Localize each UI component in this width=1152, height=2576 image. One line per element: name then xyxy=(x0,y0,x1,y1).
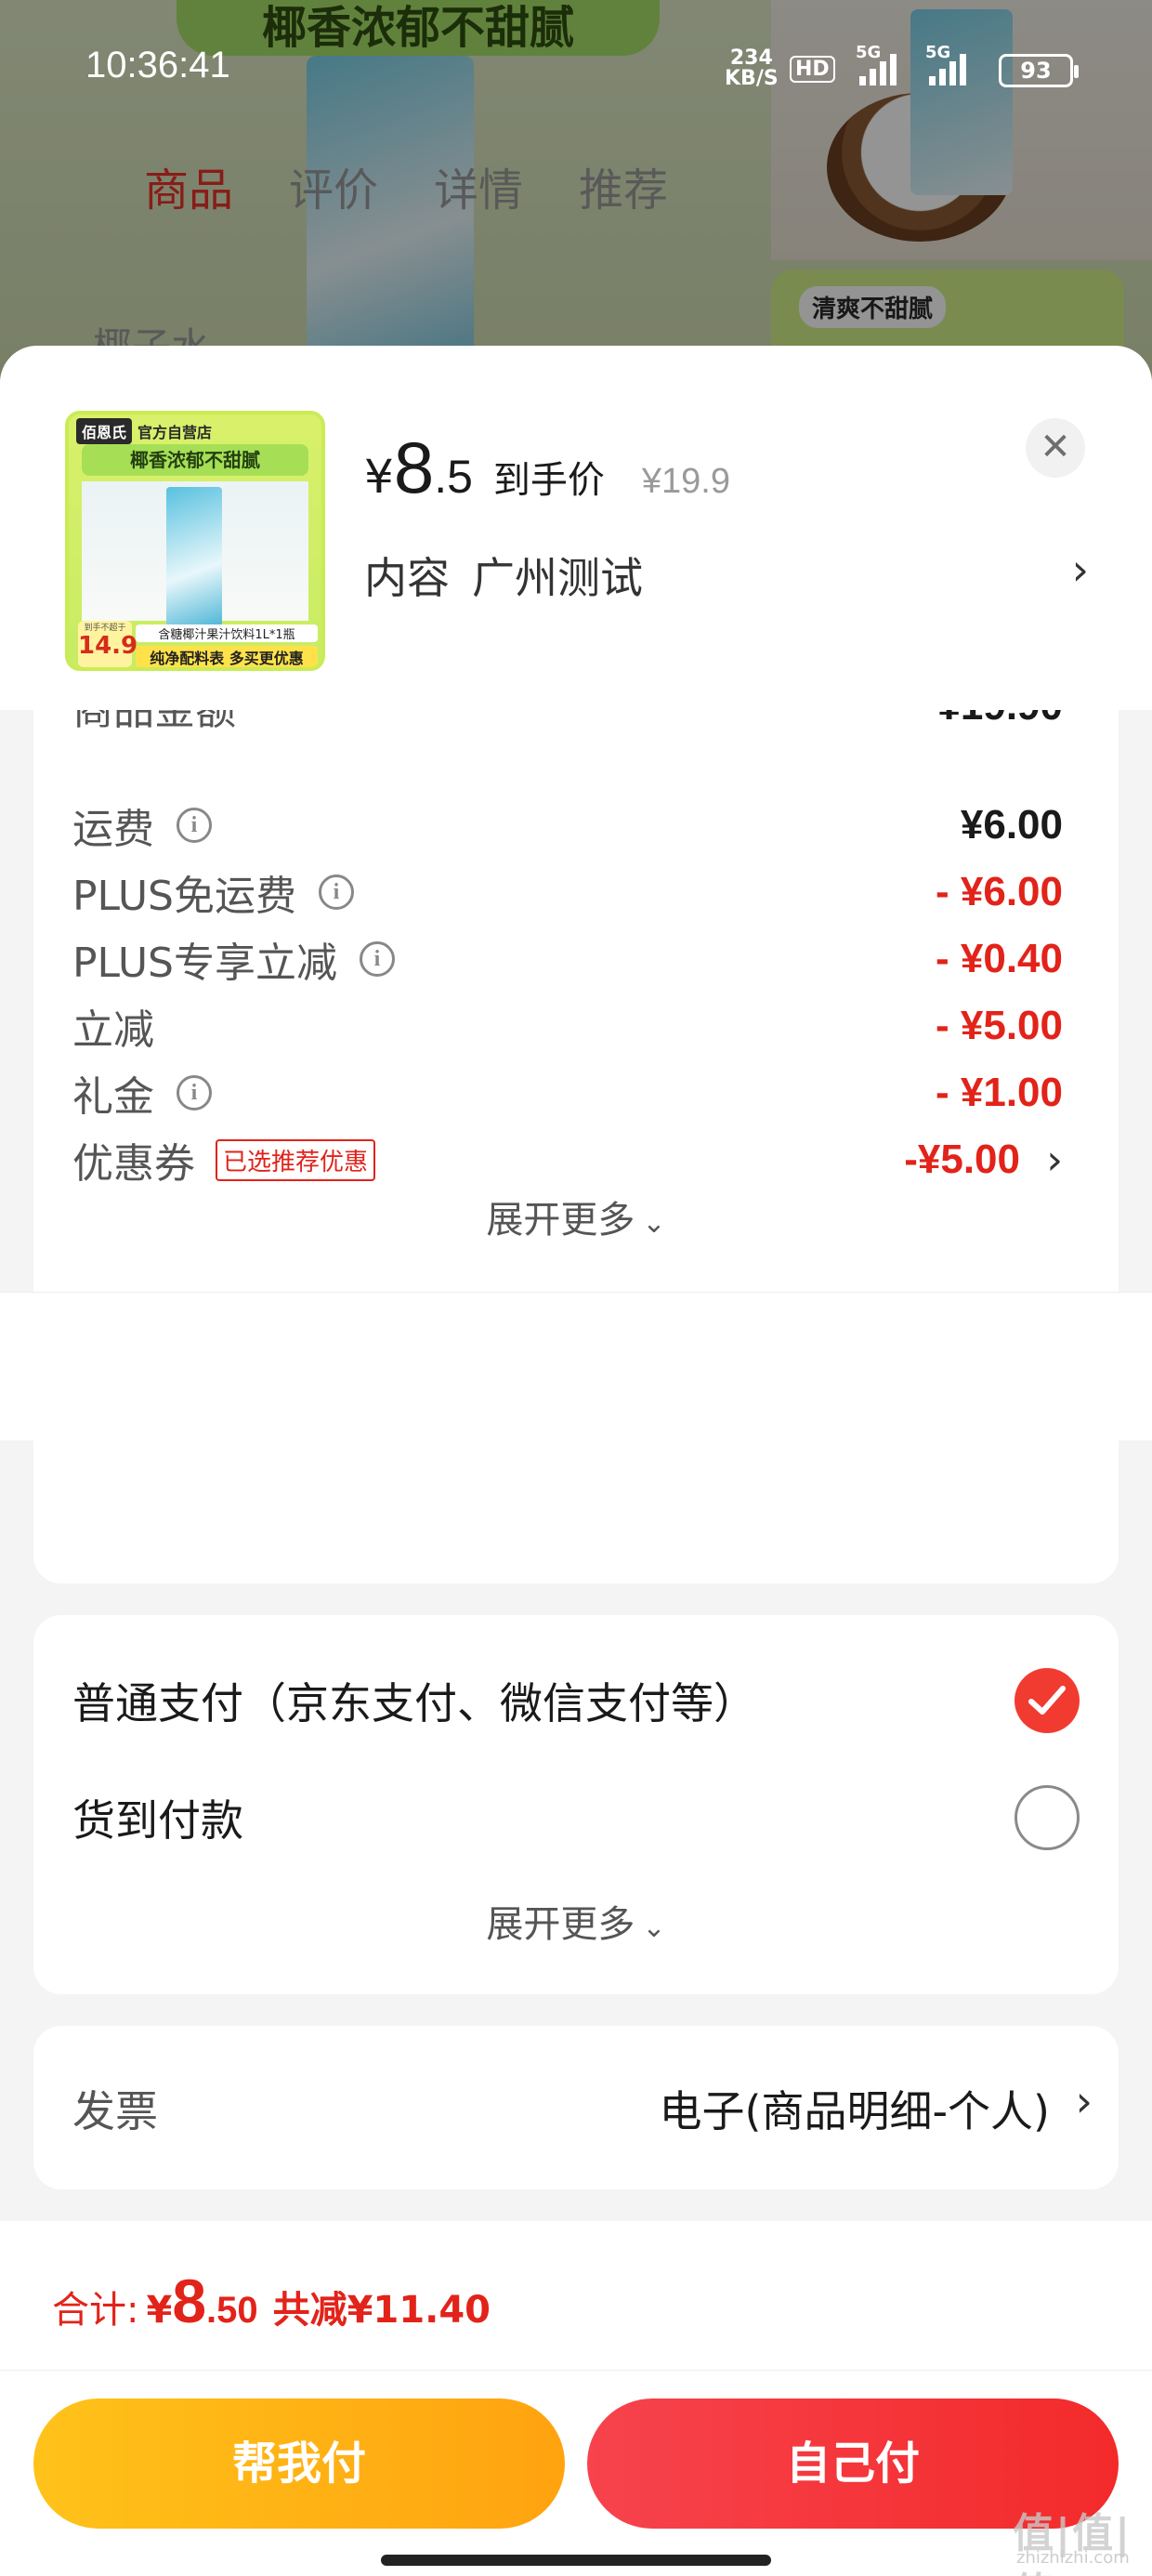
home-indicator[interactable] xyxy=(381,2555,771,2566)
help-pay-button[interactable]: 帮我付 xyxy=(33,2399,565,2529)
chevron-down-icon: ⌄ xyxy=(642,1207,666,1240)
expand-more-fees[interactable]: 展开更多 ⌄ xyxy=(33,1189,1119,1243)
fee-label: 商品金额 xyxy=(72,708,236,734)
fee-label: PLUS专享立减 xyxy=(72,940,337,987)
signal-icon-2: 5G xyxy=(925,43,966,85)
total-currency: ¥ xyxy=(146,2289,173,2332)
fee-label: 立减 xyxy=(72,1006,154,1054)
thumb-info-line2: 纯净配料表 多买更优惠 xyxy=(136,646,318,667)
price-integer: 8 xyxy=(393,427,435,508)
expand-label: 展开更多 xyxy=(486,1199,635,1242)
thumb-price-tag: 到手不超于 14.9 xyxy=(78,621,138,667)
battery-icon: 93 xyxy=(999,54,1079,87)
chevron-right-icon: › xyxy=(1071,545,1089,595)
thumb-carton xyxy=(166,487,222,626)
total-decimal: .50 xyxy=(206,2290,258,2331)
total-text: 合计: ¥ 8 .50 共减¥11.40 xyxy=(52,2266,491,2336)
invoice-label: 发票 xyxy=(72,2086,158,2136)
fee-label: 优惠券 xyxy=(72,1140,195,1188)
expand-label: 展开更多 xyxy=(486,1903,635,1946)
total-bar xyxy=(0,1292,1152,1440)
info-icon[interactable]: i xyxy=(177,808,212,843)
fee-label: PLUS免运费 xyxy=(72,873,296,920)
status-bar: 10:36:41 234 KB/S HD 5G 5G 93 xyxy=(0,0,1152,139)
original-price: ¥19.9 xyxy=(641,462,730,501)
hd-icon: HD xyxy=(790,56,835,83)
fee-label: 礼金 xyxy=(72,1073,154,1121)
thumb-info: 含糖椰汁果汁饮料1L*1瓶 纯净配料表 多买更优惠 xyxy=(136,624,318,667)
fee-row-plus-free-shipping: PLUS免运费 i - ¥6.00 xyxy=(72,864,1063,920)
watermark-url: zhizhizhi.com xyxy=(1016,2548,1130,2568)
spec-selector[interactable]: 内容 广州测试 › xyxy=(364,543,1089,608)
radio-unchecked-icon[interactable] xyxy=(1015,1785,1080,1850)
fee-value: ¥6.00 xyxy=(960,802,1063,848)
fee-row-plus-discount: PLUS专享立减 i - ¥0.40 xyxy=(72,931,1063,987)
product-thumbnail[interactable]: 佰恩氏 官方自营店 椰香浓郁不甜腻 到手不超于 14.9 含糖椰汁果汁饮料1L*… xyxy=(65,411,325,671)
brand-logo: 佰恩氏 xyxy=(76,418,133,444)
fee-value: -¥5.00 xyxy=(904,1137,1020,1182)
total-label: 合计: xyxy=(52,2289,139,2332)
fee-breakdown-card: 商品金额 ¥19.90 运费 i ¥6.00 PLUS免运费 i - ¥6.00… xyxy=(33,708,1119,1584)
close-icon: ✕ xyxy=(1040,426,1071,468)
fee-value: ¥19.90 xyxy=(937,708,1063,729)
payment-option-online[interactable]: 普通支付（京东支付、微信支付等） xyxy=(72,1663,1080,1738)
fee-row-gift-money: 礼金 i - ¥1.00 xyxy=(72,1065,1063,1121)
total-integer: 8 xyxy=(172,2267,207,2335)
signal-icon: 5G xyxy=(856,43,897,85)
payment-method-card: 普通支付（京东支付、微信支付等） 货到付款 展开更多 ⌄ xyxy=(33,1615,1119,1994)
fee-row-subtotal: 商品金额 ¥19.90 xyxy=(72,708,1063,734)
payment-option-label: 普通支付（京东支付、微信支付等） xyxy=(72,1678,756,1728)
info-icon[interactable]: i xyxy=(177,1075,212,1111)
payment-option-cod[interactable]: 货到付款 xyxy=(72,1781,1080,1855)
fee-value: - ¥1.00 xyxy=(936,1070,1063,1115)
info-icon[interactable]: i xyxy=(319,874,354,910)
thumb-price-tag-value: 14.9 xyxy=(78,632,138,660)
network-speed-unit: KB/S xyxy=(725,67,779,90)
chevron-right-icon: › xyxy=(1046,1136,1063,1184)
price-decimal: .5 xyxy=(434,451,473,503)
network-speed-value: 234 xyxy=(729,46,773,70)
store-label: 官方自营店 xyxy=(137,424,213,441)
coupon-badge: 已选推荐优惠 xyxy=(216,1138,376,1181)
network-speed: 234 KB/S xyxy=(725,48,779,89)
fee-value: - ¥5.00 xyxy=(936,1003,1063,1048)
price-row: ¥ 8 .5 到手价 ¥19.9 xyxy=(364,426,730,510)
signal-label: 5G xyxy=(856,43,882,62)
invoice-card[interactable]: 发票 电子(商品明细-个人) › xyxy=(33,2026,1119,2189)
action-bar: 帮我付 自己付 xyxy=(0,2370,1152,2576)
payment-option-label: 货到付款 xyxy=(72,1795,243,1846)
radio-checked-icon[interactable] xyxy=(1015,1668,1080,1733)
thumb-brand: 佰恩氏 官方自营店 xyxy=(76,418,212,444)
expand-more-payment[interactable]: 展开更多 ⌄ xyxy=(33,1894,1119,1948)
fee-row-shipping: 运费 i ¥6.00 xyxy=(72,797,1063,853)
thumb-info-line1: 含糖椰汁果汁饮料1L*1瓶 xyxy=(136,624,318,642)
total-summary: 合计: ¥ 8 .50 共减¥11.40 xyxy=(0,2221,1152,2370)
spec-value: 广州测试 xyxy=(472,553,643,603)
close-button[interactable]: ✕ xyxy=(1026,418,1085,478)
sheet-header: 佰恩氏 官方自营店 椰香浓郁不甜腻 到手不超于 14.9 含糖椰汁果汁饮料1L*… xyxy=(0,346,1152,710)
fee-label: 运费 xyxy=(72,806,154,853)
fee-value: - ¥6.00 xyxy=(936,869,1063,914)
info-icon[interactable]: i xyxy=(360,941,395,977)
thumb-slogan: 椰香浓郁不甜腻 xyxy=(82,444,308,476)
chevron-down-icon: ⌄ xyxy=(642,1912,666,1944)
status-time: 10:36:41 xyxy=(85,45,230,85)
fee-row-instant-discount: 立减 - ¥5.00 xyxy=(72,998,1063,1054)
chevron-right-icon: › xyxy=(1075,2076,1093,2126)
signal-label-2: 5G xyxy=(925,43,951,62)
fee-row-coupon[interactable]: 优惠券 已选推荐优惠 -¥5.00 › xyxy=(72,1132,1063,1189)
price-label: 到手价 xyxy=(492,459,605,502)
invoice-value: 电子(商品明细-个人) xyxy=(659,2086,1051,2136)
total-saved: 共减¥11.40 xyxy=(272,2289,491,2332)
fee-value: - ¥0.40 xyxy=(936,936,1063,981)
spec-label: 内容 xyxy=(364,553,450,603)
price-currency: ¥ xyxy=(364,450,394,504)
